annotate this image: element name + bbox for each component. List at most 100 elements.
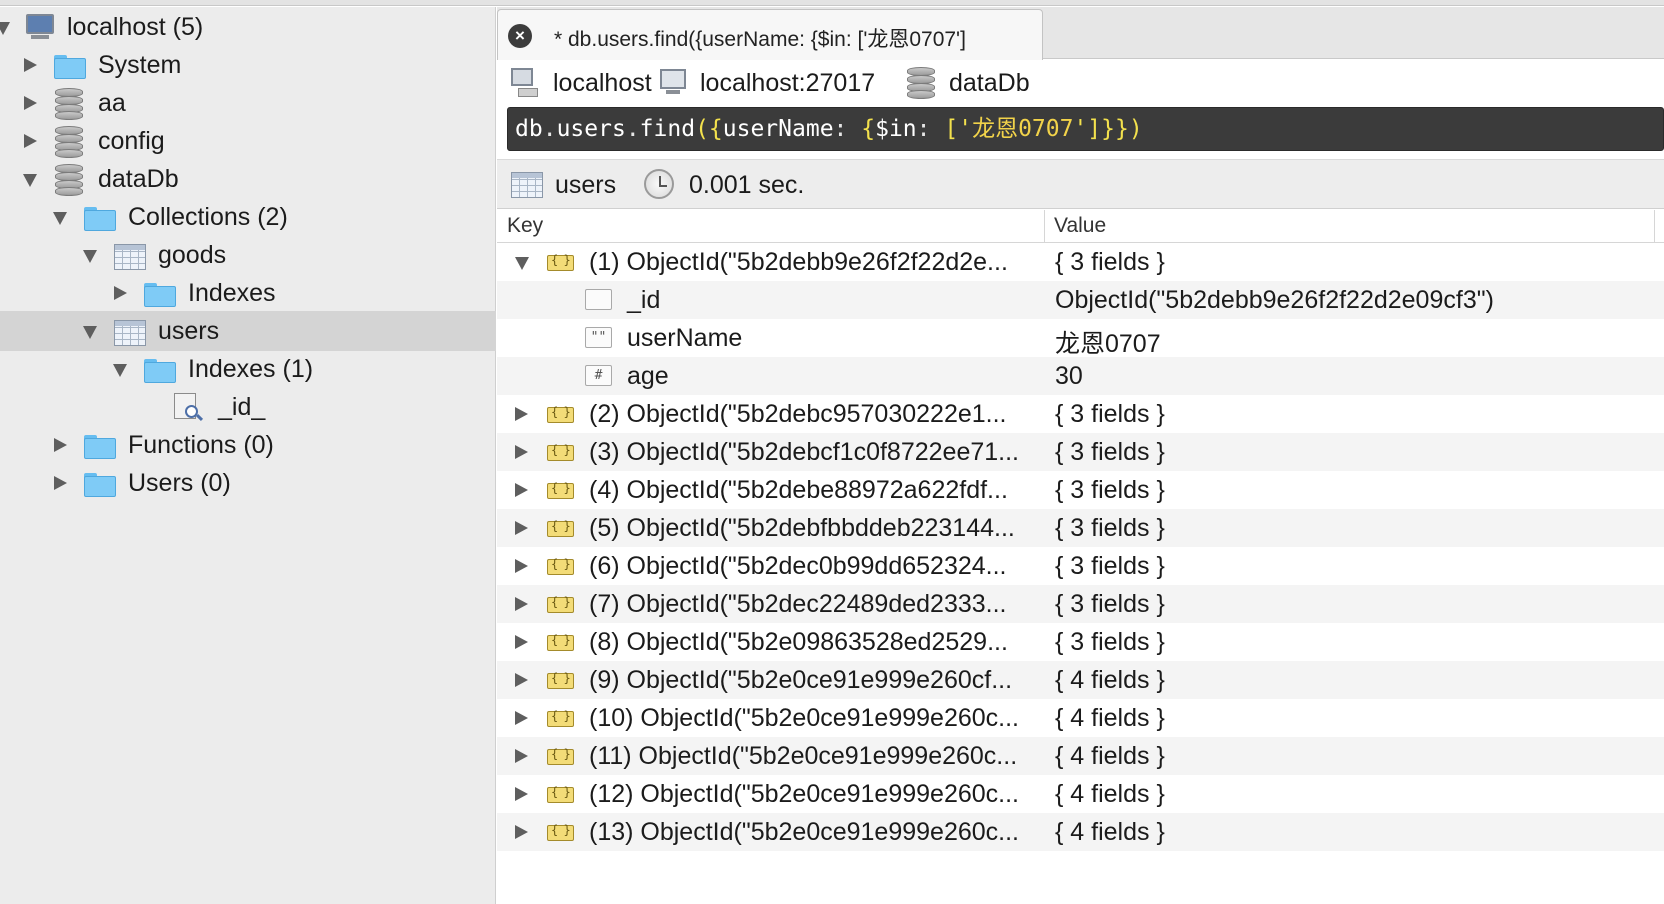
tree-item-users-indexes[interactable]: Indexes (1)	[0, 349, 496, 389]
folder-icon	[144, 359, 176, 383]
row-value: { 3 fields }	[1055, 590, 1165, 618]
tree-item-label: Indexes	[188, 279, 276, 307]
tree-item-label: System	[98, 51, 182, 79]
tree-item-functions[interactable]: Functions (0)	[0, 425, 496, 465]
collapsed-arrow-icon[interactable]	[24, 134, 37, 148]
collapsed-arrow-icon[interactable]	[515, 559, 528, 573]
table-row[interactable]: (12) ObjectId("5b2e0ce91e999e260c... { 4…	[497, 775, 1664, 813]
collapsed-arrow-icon[interactable]	[515, 711, 528, 725]
table-header: Key Value	[497, 210, 1664, 243]
column-header-key[interactable]: Key	[507, 214, 543, 238]
table-row[interactable]: (3) ObjectId("5b2debcf1c0f8722ee71... { …	[497, 433, 1664, 471]
column-divider[interactable]	[1044, 210, 1045, 243]
window-top-edge	[0, 0, 1664, 6]
table-row[interactable]: (8) ObjectId("5b2e09863528ed2529... { 3 …	[497, 623, 1664, 661]
expanded-arrow-icon[interactable]	[83, 250, 97, 263]
table-row[interactable]: (7) ObjectId("5b2dec22489ded2333... { 3 …	[497, 585, 1664, 623]
folder-icon	[144, 283, 176, 307]
collapsed-arrow-icon[interactable]	[515, 483, 528, 497]
table-row[interactable]: (4) ObjectId("5b2debe88972a622fdf... { 3…	[497, 471, 1664, 509]
row-value: { 3 fields }	[1055, 248, 1165, 276]
collapsed-arrow-icon[interactable]	[54, 438, 67, 452]
expanded-arrow-icon[interactable]	[23, 174, 37, 187]
database-label: dataDb	[949, 68, 1030, 97]
table-row[interactable]: _id ObjectId("5b2debb9e26f2f22d2e09cf3")	[497, 281, 1664, 319]
table-row[interactable]: (13) ObjectId("5b2e0ce91e999e260c... { 4…	[497, 813, 1664, 851]
query-token: 龙恩0707	[972, 116, 1074, 142]
expanded-arrow-icon[interactable]	[83, 326, 97, 339]
tab-query[interactable]: × * db.users.find({userName: {$in: ['龙恩0…	[497, 9, 1043, 60]
tree-item-label: config	[98, 127, 165, 155]
document-icon	[547, 557, 574, 575]
expanded-arrow-icon[interactable]	[515, 257, 529, 270]
table-row[interactable]: # age 30	[497, 357, 1664, 395]
table-row[interactable]: (11) ObjectId("5b2e0ce91e999e260c... { 4…	[497, 737, 1664, 775]
table-row[interactable]: (10) ObjectId("5b2e0ce91e999e260c... { 4…	[497, 699, 1664, 737]
row-key: (13) ObjectId("5b2e0ce91e999e260c...	[589, 818, 1020, 846]
expanded-arrow-icon[interactable]	[113, 364, 127, 377]
query-editor[interactable]: db.users.find({userName: {$in: ['龙恩0707'…	[507, 107, 1664, 151]
tree-item-collection-users[interactable]: users	[0, 311, 496, 351]
result-info-bar: users 0.001 sec.	[497, 159, 1664, 209]
row-value: { 3 fields }	[1055, 628, 1165, 656]
tree-item-db-config[interactable]: config	[0, 121, 496, 161]
tree-item-goods-indexes[interactable]: Indexes	[0, 273, 496, 313]
table-row[interactable]: (5) ObjectId("5b2debfbbddeb223144... { 3…	[497, 509, 1664, 547]
row-value: { 3 fields }	[1055, 514, 1165, 542]
query-token: .	[542, 116, 557, 142]
query-token: }})	[1101, 116, 1143, 142]
tree-item-collections[interactable]: Collections (2)	[0, 197, 496, 237]
connection-server: localhost	[511, 66, 652, 100]
clock-icon	[644, 169, 674, 199]
row-key: (11) ObjectId("5b2e0ce91e999e260c...	[589, 742, 1018, 770]
collapsed-arrow-icon[interactable]	[515, 787, 528, 801]
row-value: { 3 fields }	[1055, 400, 1165, 428]
collapsed-arrow-icon[interactable]	[515, 825, 528, 839]
table-row[interactable]: (2) ObjectId("5b2debc957030222e1... { 3 …	[497, 395, 1664, 433]
tree-item-localhost[interactable]: localhost (5)	[0, 7, 496, 47]
collapsed-arrow-icon[interactable]	[114, 286, 127, 300]
row-value: 龙恩0707	[1055, 330, 1161, 358]
database-icon	[55, 164, 83, 196]
collapsed-arrow-icon[interactable]	[515, 445, 528, 459]
collection-table-icon	[114, 244, 146, 270]
collapsed-arrow-icon[interactable]	[515, 407, 528, 421]
close-icon[interactable]: ×	[508, 24, 532, 48]
tree-item-label: Collections (2)	[128, 203, 288, 231]
tree-item-db-datadb[interactable]: dataDb	[0, 159, 496, 199]
index-icon	[174, 393, 204, 423]
expanded-arrow-icon[interactable]	[0, 22, 10, 35]
row-value: { 4 fields }	[1055, 742, 1165, 770]
collapsed-arrow-icon[interactable]	[54, 476, 67, 490]
connection-host: localhost:27017	[660, 66, 875, 100]
document-icon	[547, 747, 574, 765]
expanded-arrow-icon[interactable]	[53, 212, 67, 225]
table-row[interactable]: (6) ObjectId("5b2dec0b99dd652324... { 3 …	[497, 547, 1664, 585]
table-row[interactable]: "" userName 龙恩0707	[497, 319, 1664, 358]
server-label: localhost	[553, 68, 652, 97]
tab-strip: × * db.users.find({userName: {$in: ['龙恩0…	[497, 7, 1664, 60]
tree-item-label: Indexes (1)	[188, 355, 314, 383]
tree-item-db-aa[interactable]: aa	[0, 83, 496, 123]
tree-item-collection-goods[interactable]: goods	[0, 235, 496, 275]
collapsed-arrow-icon[interactable]	[515, 673, 528, 687]
row-value: { 4 fields }	[1055, 818, 1165, 846]
tree-item-users-folder[interactable]: Users (0)	[0, 463, 496, 503]
table-row[interactable]: (9) ObjectId("5b2e0ce91e999e260cf... { 4…	[497, 661, 1664, 699]
collapsed-arrow-icon[interactable]	[24, 96, 37, 110]
row-value: ObjectId("5b2debb9e26f2f22d2e09cf3")	[1055, 286, 1494, 314]
collapsed-arrow-icon[interactable]	[24, 58, 37, 72]
row-key: (9) ObjectId("5b2e0ce91e999e260cf...	[589, 666, 1013, 694]
host-monitor-icon	[660, 69, 686, 97]
tree-item-system[interactable]: System	[0, 45, 496, 85]
collapsed-arrow-icon[interactable]	[515, 597, 528, 611]
tree-item-index-id[interactable]: _id_	[0, 387, 496, 427]
query-token: {	[861, 116, 876, 142]
row-key: (3) ObjectId("5b2debcf1c0f8722ee71...	[589, 438, 1019, 466]
collapsed-arrow-icon[interactable]	[515, 749, 528, 763]
collapsed-arrow-icon[interactable]	[515, 521, 528, 535]
column-divider[interactable]	[1654, 210, 1655, 243]
column-header-value[interactable]: Value	[1054, 214, 1106, 238]
table-row[interactable]: (1) ObjectId("5b2debb9e26f2f22d2e... { 3…	[497, 243, 1664, 281]
collapsed-arrow-icon[interactable]	[515, 635, 528, 649]
